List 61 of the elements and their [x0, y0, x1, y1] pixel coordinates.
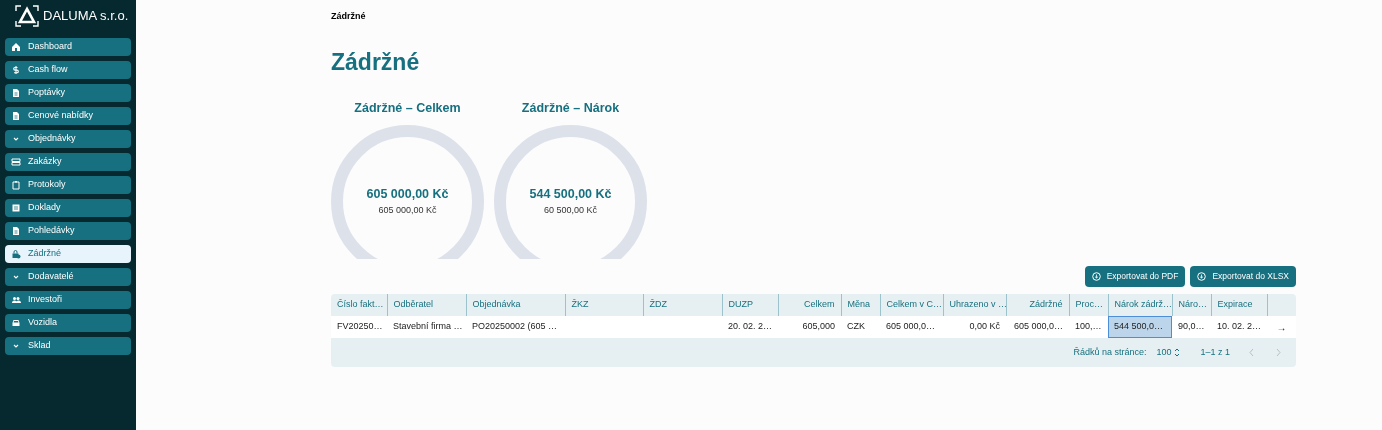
table-cell: 10. 02. 2… [1211, 316, 1267, 338]
sidebar-item[interactable]: Sklad [5, 337, 131, 355]
table-cell: PO20250002 (605 … [466, 316, 565, 338]
clipboard-icon [11, 180, 21, 190]
logo-icon [15, 5, 39, 27]
car-icon [11, 318, 21, 328]
gauge-value: 605 000,00 Kč [366, 186, 449, 204]
table-cell: FV20250… [331, 316, 387, 338]
gauge-title: Zádržné – Nárok [521, 100, 620, 117]
sidebar-item[interactable]: Objednávky [5, 130, 131, 148]
sidebar-item[interactable]: Poptávky [5, 84, 131, 102]
document-icon [11, 111, 21, 121]
open-row-button[interactable]: → [1267, 316, 1296, 338]
chevron-left-icon [1248, 348, 1256, 357]
sidebar-item[interactable]: Pohledávky [5, 222, 131, 240]
tray-icon [11, 157, 21, 167]
gauge-subvalue: 60 500,00 Kč [543, 203, 597, 217]
table-cell: 605 000,0… [1006, 316, 1069, 338]
gauge-subvalue: 605 000,00 Kč [378, 203, 437, 217]
rows-per-page-label: Řádků na stránce: [1073, 345, 1147, 359]
dollar-icon [11, 65, 21, 75]
page-title: Zádržné [331, 47, 420, 77]
sidebar-item[interactable]: Cenové nabídky [5, 107, 131, 125]
logo-text: DALUMA s.r.o. [43, 7, 129, 26]
table-cell: 90,0… [1172, 316, 1211, 338]
people-icon [11, 295, 21, 305]
chevron-right-icon [1274, 348, 1282, 357]
table-cell: 20. 02. 2… [722, 316, 778, 338]
document-icon [11, 88, 21, 98]
sidebar-item[interactable]: Vozidla [5, 314, 131, 332]
lock-icon [11, 249, 21, 259]
download-icon [1091, 272, 1101, 281]
gauge-title: Zádržné – Celkem [354, 100, 461, 117]
sidebar-item[interactable]: Dodavatelé [5, 268, 131, 286]
sidebar-item[interactable]: Protokoly [5, 176, 131, 194]
sidebar-item[interactable]: Cash flow [5, 61, 131, 79]
export-button[interactable]: Exportovat do PDF [1084, 266, 1186, 287]
home-icon [11, 42, 21, 52]
table-cell: 605,000 [778, 316, 841, 338]
table-cell: 0,00 Kč [943, 316, 1006, 338]
next-page-button[interactable] [1274, 348, 1282, 357]
pagination-range: 1–1 z 1 [1200, 345, 1230, 359]
previous-page-button[interactable] [1248, 348, 1256, 357]
table-cell: 544 500,0… [1108, 316, 1172, 338]
table-cell: CZK [841, 316, 880, 338]
export-button[interactable]: Exportovat do XLSX [1190, 266, 1296, 287]
updown-icon [1174, 348, 1181, 357]
table-cell: 100,… [1069, 316, 1108, 338]
list-icon [11, 203, 21, 213]
table-cell: 605 000,0… [880, 316, 943, 338]
breadcrumb[interactable]: Zádržné [331, 10, 366, 24]
sidebar-item[interactable]: Zádržné [5, 245, 131, 263]
sidebar-item[interactable]: Doklady [5, 199, 131, 217]
gauge-value: 544 500,00 Kč [529, 186, 612, 204]
sidebar-item[interactable]: Investoři [5, 291, 131, 309]
sidebar-item[interactable]: Dashboard [5, 38, 131, 56]
document-icon [11, 226, 21, 236]
rows-per-page-select[interactable]: 100 [1156, 345, 1181, 360]
sidebar-item[interactable]: Zakázky [5, 153, 131, 171]
download-icon [1197, 272, 1207, 281]
table-cell: Stavební firma … [387, 316, 466, 338]
